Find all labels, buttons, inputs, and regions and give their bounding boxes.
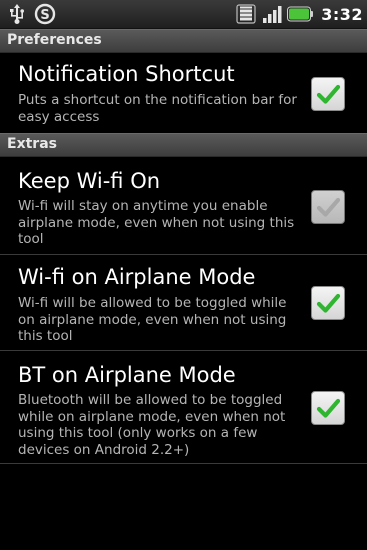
- keep-wifi-on-checkbox[interactable]: [311, 190, 345, 224]
- divider: [0, 463, 367, 464]
- wifi-icon: [236, 4, 256, 24]
- pref-keep-wifi-on-title: Keep Wi-fi On: [18, 169, 161, 193]
- pref-bt-on-airplane-mode[interactable]: BT on Airplane Mode Bluetooth will be al…: [0, 351, 367, 463]
- category-preferences-label: Preferences: [7, 32, 102, 48]
- pref-notification-shortcut[interactable]: Notification Shortcut Puts a shortcut on…: [0, 52, 367, 132]
- category-extras: Extras: [0, 133, 367, 157]
- bt-on-airplane-mode-checkbox[interactable]: [311, 391, 345, 425]
- wifi-on-airplane-mode-checkbox[interactable]: [311, 286, 345, 320]
- checkmark-icon: [316, 398, 341, 418]
- checkmark-icon: [316, 197, 341, 217]
- usb-icon: [10, 4, 24, 24]
- status-bar: S 3:32: [0, 0, 367, 29]
- category-extras-label: Extras: [7, 136, 57, 152]
- status-clock: 3:32: [321, 4, 363, 24]
- status-bar-right: 3:32: [235, 3, 363, 25]
- pref-wifi-on-airplane-mode[interactable]: Wi-fi on Airplane Mode Wi-fi will be all…: [0, 255, 367, 350]
- signal-icon: [263, 6, 282, 23]
- pref-wifi-on-airplane-mode-title: Wi-fi on Airplane Mode: [18, 265, 256, 289]
- pref-keep-wifi-on-summary: Wi-fi will stay on anytime you enable ai…: [18, 198, 295, 247]
- status-bar-left: S: [6, 3, 56, 25]
- battery-icon: [287, 6, 314, 22]
- svg-text:S: S: [40, 8, 49, 23]
- notification-shortcut-checkbox[interactable]: [311, 77, 345, 111]
- pref-bt-on-airplane-mode-summary: Bluetooth will be allowed to be toggled …: [18, 392, 286, 458]
- pref-wifi-on-airplane-mode-summary: Wi-fi will be allowed to be toggled whil…: [18, 295, 287, 344]
- skype-icon: S: [34, 3, 56, 25]
- checkmark-icon: [316, 293, 341, 313]
- pref-keep-wifi-on[interactable]: Keep Wi-fi On Wi-fi will stay on anytime…: [0, 156, 367, 254]
- checkmark-icon: [316, 84, 341, 104]
- screen: S 3:32 Preferences Notification Shortcut…: [0, 0, 367, 550]
- pref-bt-on-airplane-mode-title: BT on Airplane Mode: [18, 363, 236, 387]
- pref-notification-shortcut-summary: Puts a shortcut on the notification bar …: [18, 92, 297, 125]
- pref-notification-shortcut-title: Notification Shortcut: [18, 62, 235, 86]
- category-preferences: Preferences: [0, 29, 367, 53]
